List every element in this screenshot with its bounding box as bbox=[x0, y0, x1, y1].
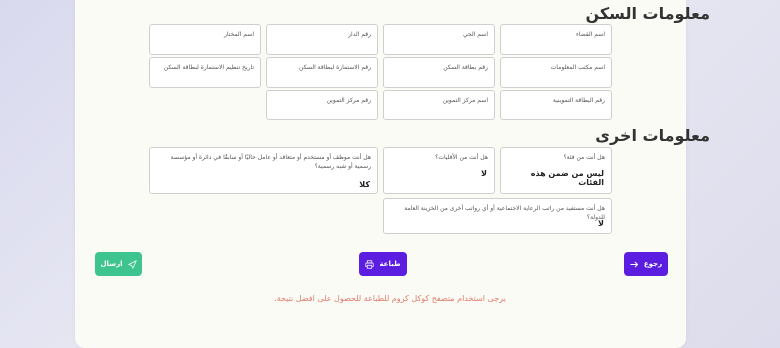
minority-question-label: هل أنت من الأقليات؟ bbox=[435, 154, 488, 161]
welfare-question-field[interactable]: هل أنت مستفيد من راتب الرعاية الاجتماعية… bbox=[383, 198, 612, 234]
residence-form-date-label: تاريخ تنظيم الاستمارة لبطاقة السكن bbox=[163, 64, 254, 71]
employee-question-label: هل أنت موظف أو مستخدم أو متعاقد أو عامل … bbox=[170, 154, 371, 170]
supply-center-name-field[interactable]: اسم مركز التموين bbox=[383, 90, 495, 120]
other-section-title: معلومات اخرى bbox=[595, 126, 710, 145]
send-button[interactable]: ارسال bbox=[95, 252, 142, 276]
minority-question-field[interactable]: هل أنت من الأقليات؟ لا bbox=[383, 147, 495, 194]
welfare-question-value: لا bbox=[598, 219, 604, 228]
neighborhood-field[interactable]: اسم الحي bbox=[383, 24, 495, 55]
residence-form-no-field[interactable]: رقم الاستمارة لبطاقة السكن bbox=[266, 57, 378, 88]
supply-center-no-field[interactable]: رقم مركز التموين bbox=[266, 90, 378, 120]
group-question-value: ليس من ضمن هذه الفئات bbox=[530, 169, 604, 187]
back-button[interactable]: رجوع bbox=[624, 252, 668, 276]
back-button-label: رجوع bbox=[643, 260, 663, 268]
arrow-right-icon bbox=[630, 261, 638, 267]
residence-card-no-label: رقم بطاقة السكن bbox=[443, 64, 488, 71]
district-label: اسم القضاء bbox=[576, 31, 605, 38]
group-question-label: هل أنت من فئة؟ bbox=[563, 154, 605, 161]
group-question-field[interactable]: هل أنت من فئة؟ ليس من ضمن هذه الفئات bbox=[500, 147, 612, 194]
browser-note: يرجى استخدام متصفح كوكل كروم للطباعة للح… bbox=[274, 294, 506, 303]
minority-question-value: لا bbox=[481, 169, 487, 178]
district-field[interactable]: اسم القضاء bbox=[500, 24, 612, 55]
ration-card-no-field[interactable]: رقم البطاقة التموينية bbox=[500, 90, 612, 120]
housing-section-title: معلومات السكن bbox=[585, 4, 710, 23]
residence-form-no-label: رقم الاستمارة لبطاقة السكن bbox=[299, 64, 371, 71]
residence-card-no-field[interactable]: رقم بطاقة السكن bbox=[383, 57, 495, 88]
neighborhood-label: اسم الحي bbox=[463, 31, 488, 38]
house-no-field[interactable]: رقم الدار bbox=[266, 24, 378, 55]
supply-center-name-label: اسم مركز التموين bbox=[442, 97, 488, 104]
employee-question-value: كلا bbox=[359, 180, 370, 189]
house-no-label: رقم الدار bbox=[348, 31, 371, 38]
send-button-label: ارسال bbox=[100, 260, 123, 268]
printer-icon bbox=[365, 259, 375, 269]
info-office-field[interactable]: اسم مكتب المعلومات bbox=[500, 57, 612, 88]
print-button-label: طباعة bbox=[379, 260, 401, 268]
mukhtar-field[interactable]: اسم المختار bbox=[149, 24, 261, 55]
residence-form-date-field[interactable]: تاريخ تنظيم الاستمارة لبطاقة السكن bbox=[149, 57, 261, 88]
ration-card-no-label: رقم البطاقة التموينية bbox=[552, 97, 605, 104]
supply-center-no-label: رقم مركز التموين bbox=[326, 97, 371, 104]
send-icon bbox=[127, 259, 137, 269]
info-office-label: اسم مكتب المعلومات bbox=[550, 64, 605, 71]
employee-question-field[interactable]: هل أنت موظف أو مستخدم أو متعاقد أو عامل … bbox=[149, 147, 378, 194]
print-button[interactable]: طباعة bbox=[359, 252, 407, 276]
mukhtar-label: اسم المختار bbox=[224, 31, 254, 38]
